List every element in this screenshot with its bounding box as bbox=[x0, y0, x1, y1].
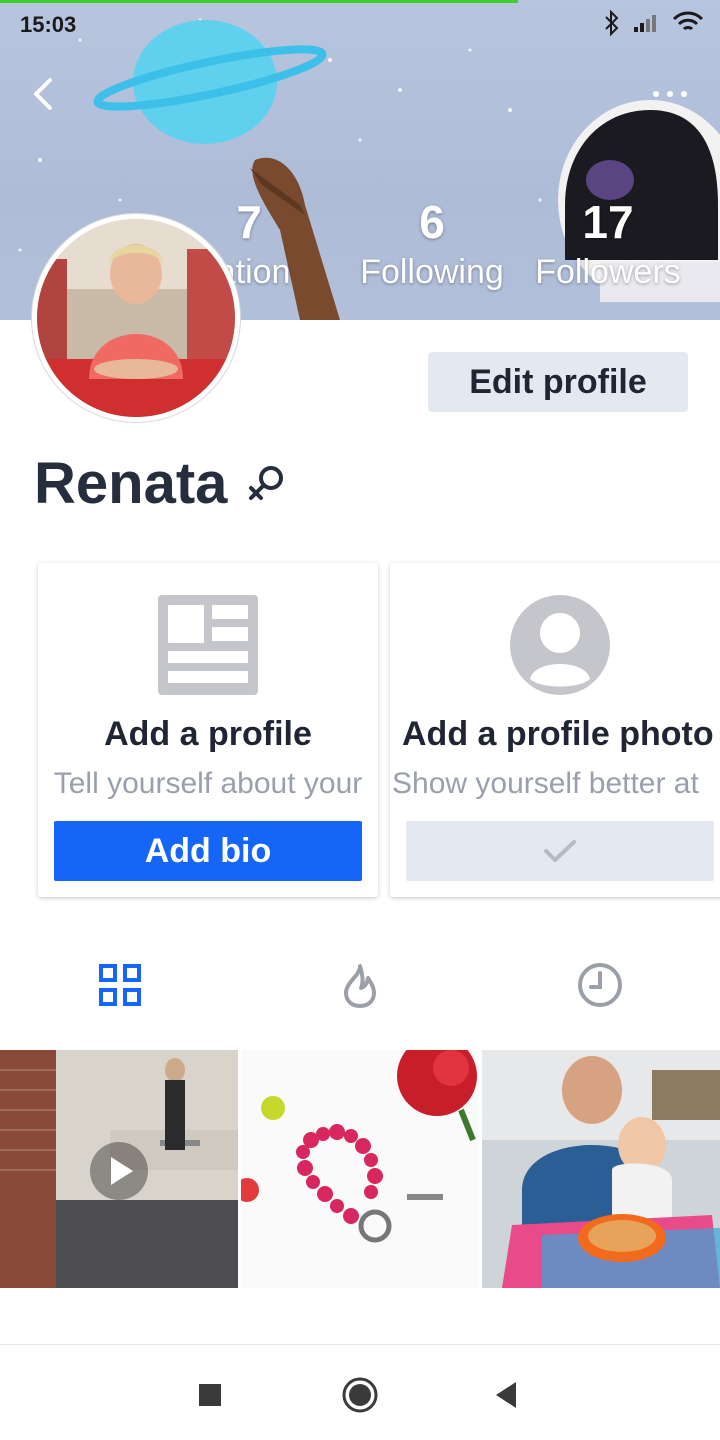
post-thumbnail-video[interactable] bbox=[0, 1050, 238, 1288]
stat-following-label: Following bbox=[360, 253, 504, 291]
recents-button[interactable] bbox=[188, 1373, 232, 1417]
triangle-back-icon bbox=[496, 1382, 516, 1408]
flame-icon bbox=[344, 964, 376, 1008]
stat-following[interactable]: 6 Following bbox=[352, 192, 512, 292]
tab-grid[interactable] bbox=[95, 960, 145, 1010]
avatar[interactable] bbox=[32, 214, 240, 422]
article-layout-icon bbox=[158, 595, 258, 695]
post-thumbnail-bracelet[interactable] bbox=[241, 1050, 479, 1288]
stat-followers[interactable]: 17 Followers bbox=[526, 192, 690, 292]
add-photo-title: Add a profile photo bbox=[402, 715, 714, 753]
profile-name: Renata bbox=[34, 451, 228, 516]
system-back-button[interactable] bbox=[484, 1373, 528, 1417]
avatar-photo bbox=[37, 219, 235, 417]
add-photo-card: Add a profile photo Show yourself better… bbox=[390, 563, 720, 897]
add-bio-button[interactable]: Add bio bbox=[54, 821, 362, 881]
more-options-button[interactable] bbox=[650, 84, 690, 104]
back-button[interactable] bbox=[24, 72, 64, 116]
check-icon bbox=[544, 840, 576, 862]
stat-followers-label: Followers bbox=[535, 253, 681, 291]
wifi-icon bbox=[672, 11, 704, 31]
system-navigation-bar bbox=[0, 1344, 720, 1440]
user-avatar-icon bbox=[510, 595, 610, 695]
status-bar: 15:03 bbox=[0, 0, 720, 52]
add-bio-description: Tell yourself about your bbox=[53, 767, 363, 800]
clock-icon bbox=[578, 963, 622, 1007]
add-photo-done-button[interactable] bbox=[406, 821, 714, 881]
square-icon bbox=[199, 1384, 221, 1406]
stat-followers-value: 17 bbox=[582, 196, 634, 248]
bluetooth-icon bbox=[605, 10, 619, 36]
home-circle-icon bbox=[342, 1377, 378, 1413]
status-time: 15:03 bbox=[20, 12, 77, 37]
add-photo-description: Show yourself better at bbox=[392, 767, 699, 800]
signal-icon bbox=[634, 15, 656, 32]
play-icon bbox=[90, 1142, 148, 1200]
edit-profile-button[interactable]: Edit profile bbox=[428, 352, 688, 412]
stat-following-value: 6 bbox=[419, 196, 445, 248]
tab-recent[interactable] bbox=[575, 960, 625, 1010]
home-button[interactable] bbox=[338, 1373, 382, 1417]
add-bio-title: Add a profile bbox=[104, 715, 312, 753]
add-bio-card: Add a profile Tell yourself about your A… bbox=[38, 563, 378, 897]
female-symbol-icon bbox=[249, 465, 284, 500]
grid-icon bbox=[99, 964, 141, 1006]
bracelet-photo bbox=[241, 1050, 479, 1288]
post-thumbnail-dinner[interactable] bbox=[482, 1050, 720, 1288]
dinner-photo bbox=[482, 1050, 720, 1288]
tab-hot[interactable] bbox=[335, 960, 385, 1010]
